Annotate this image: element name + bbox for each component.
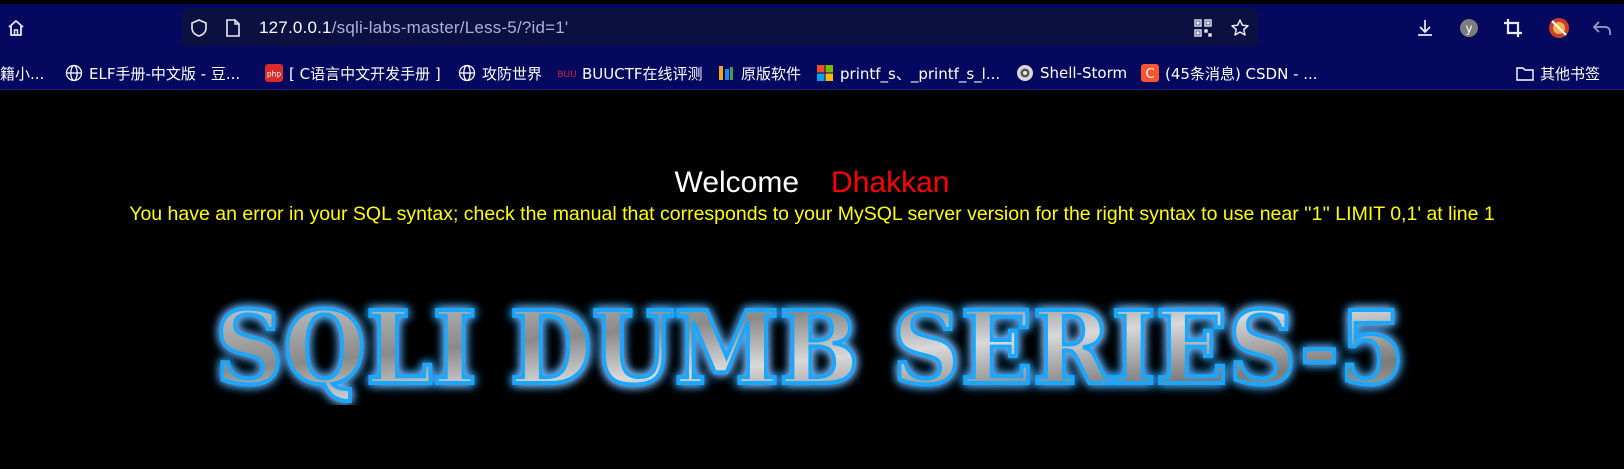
- logo-text: SQLI DUMB SERIES-5: [215, 295, 1405, 405]
- svg-text:BUU: BUU: [558, 70, 576, 80]
- bookmark-label: (45条消息) CSDN - ...: [1165, 64, 1318, 83]
- bookmark-item[interactable]: Shell-Storm: [1016, 56, 1127, 90]
- svg-text:php: php: [267, 70, 282, 79]
- folder-icon: [1516, 64, 1534, 82]
- csdn-icon: C: [1141, 64, 1159, 82]
- globe-icon: [458, 64, 476, 82]
- php-icon: php: [265, 64, 283, 82]
- bookmark-label: [ C语言中文开发手册 ]: [289, 64, 441, 83]
- other-bookmarks-label: 其他书签: [1540, 64, 1601, 83]
- bookmark-item[interactable]: 原版软件: [717, 56, 801, 90]
- blocker-extension-icon[interactable]: [1547, 16, 1571, 40]
- microsoft-icon: [816, 64, 834, 82]
- url-host: 127.0.0.1: [259, 18, 332, 37]
- url-path: /sqli-labs-master/Less-5/?id=1': [331, 18, 569, 37]
- qr-code-icon[interactable]: [1192, 17, 1214, 39]
- bookmark-label: ELF手册-中文版 - 豆...: [89, 64, 241, 83]
- welcome-text: Welcome: [674, 166, 800, 199]
- page-content: Welcome Dhakkan You have an error in your…: [0, 90, 1624, 469]
- bookmark-label: 攻防世界: [482, 64, 543, 83]
- bookmark-item[interactable]: php [ C语言中文开发手册 ]: [265, 56, 441, 90]
- url-text[interactable]: 127.0.0.1/sqli-labs-master/Less-5/?id=1': [259, 18, 568, 38]
- bookmark-label: 原版软件: [741, 64, 802, 83]
- user-name: Dhakkan: [831, 166, 950, 199]
- page-info-icon[interactable]: [222, 17, 244, 39]
- bookmark-item[interactable]: C (45条消息) CSDN - ...: [1141, 56, 1318, 90]
- home-icon[interactable]: [4, 16, 28, 40]
- globe-icon: [65, 64, 83, 82]
- bookmark-item[interactable]: ELF手册-中文版 - 豆...: [65, 56, 240, 90]
- itellyou-icon: [717, 64, 735, 82]
- bookmark-label: 籍小...: [0, 64, 45, 83]
- star-bookmark-icon[interactable]: [1228, 16, 1252, 40]
- shellstorm-icon: [1016, 64, 1034, 82]
- bookmark-label: printf_s、_printf_s_l...: [840, 64, 1001, 83]
- buu-icon: BUU: [558, 64, 576, 82]
- download-icon[interactable]: [1413, 16, 1437, 40]
- welcome-line: Welcome Dhakkan: [0, 166, 1624, 200]
- bookmark-label: Shell-Storm: [1040, 64, 1128, 82]
- bookmark-item[interactable]: 籍小...: [0, 56, 44, 90]
- bookmark-item[interactable]: 攻防世界: [458, 56, 542, 90]
- bookmarks-bar: [0, 56, 1624, 90]
- crop-icon[interactable]: [1502, 17, 1524, 39]
- bookmark-label: BUUCTF在线评测: [582, 64, 703, 83]
- sqli-dumb-series-logo: SQLI DUMB SERIES-5: [213, 295, 1407, 405]
- bookmark-item[interactable]: BUU BUUCTF在线评测: [558, 56, 703, 90]
- shield-icon[interactable]: [188, 17, 210, 39]
- svg-text:C: C: [1145, 67, 1154, 82]
- sql-error-message: You have an error in your SQL syntax; ch…: [129, 203, 1495, 225]
- other-bookmarks-folder[interactable]: 其他书签: [1516, 56, 1600, 90]
- svg-text:y: y: [1465, 22, 1472, 36]
- undo-icon[interactable]: [1590, 16, 1614, 40]
- extension-y-icon[interactable]: y: [1458, 17, 1480, 39]
- bookmark-item[interactable]: printf_s、_printf_s_l...: [816, 56, 1000, 90]
